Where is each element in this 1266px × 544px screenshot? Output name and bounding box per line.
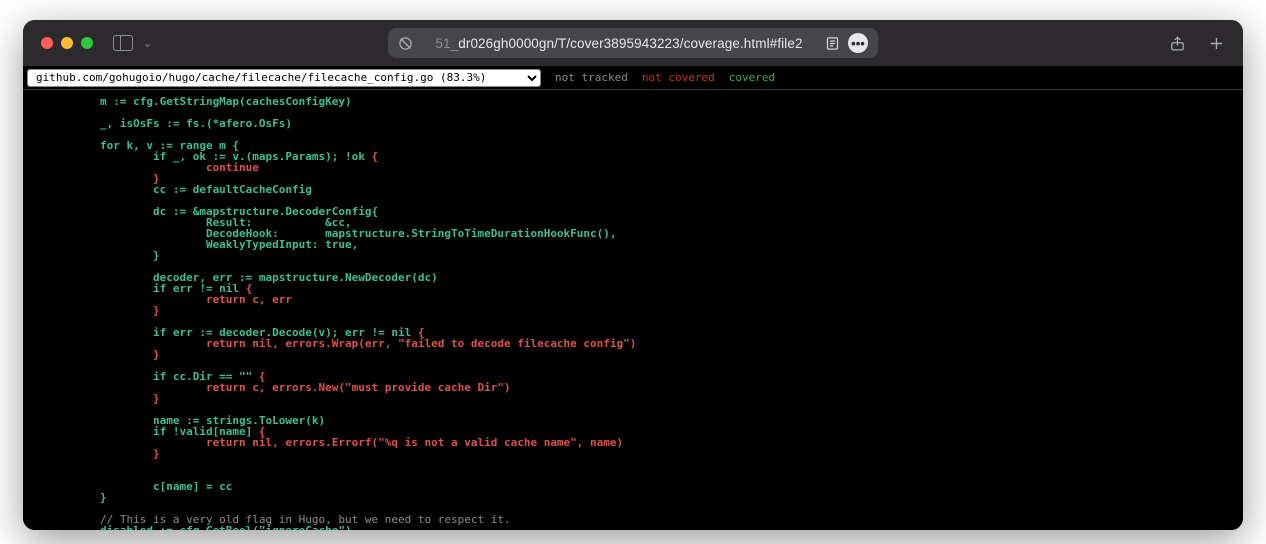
code-line: } bbox=[47, 304, 160, 317]
legend-not-tracked: not tracked bbox=[555, 71, 628, 84]
file-select[interactable]: github.com/gohugoio/hugo/cache/filecache… bbox=[27, 69, 541, 87]
code-line: _, isOsFs := fs.(*afero.OsFs) bbox=[47, 117, 292, 130]
window-controls bbox=[41, 37, 93, 49]
browser-window: ⌄ 51_dr026gh0000gn/T/cover3895943223/cov… bbox=[23, 20, 1243, 530]
code-line-tail: { bbox=[372, 150, 379, 163]
extensions-icon[interactable]: ••• bbox=[848, 33, 868, 53]
chevron-down-icon[interactable]: ⌄ bbox=[143, 37, 152, 50]
url-text: 51_dr026gh0000gn/T/cover3895943223/cover… bbox=[421, 36, 817, 51]
fullscreen-window-button[interactable] bbox=[81, 37, 93, 49]
legend: not tracked not covered covered bbox=[555, 71, 775, 84]
reader-mode-icon[interactable] bbox=[825, 36, 840, 51]
sidebar-toggle-icon[interactable] bbox=[113, 35, 133, 51]
code-line: } bbox=[47, 447, 160, 460]
address-bar[interactable]: 51_dr026gh0000gn/T/cover3895943223/cover… bbox=[388, 28, 878, 58]
code-scroll-area[interactable]: m := cfg.GetStringMap(cachesConfigKey) _… bbox=[23, 90, 1243, 530]
legend-not-covered: not covered bbox=[642, 71, 715, 84]
code-line: } bbox=[47, 491, 107, 504]
code-line: } bbox=[47, 392, 160, 405]
privacy-report-icon[interactable] bbox=[398, 36, 413, 51]
code-line: disabled := cfg.GetBool("ignoreCache") bbox=[47, 524, 352, 530]
code-line: m := cfg.GetStringMap(cachesConfigKey) bbox=[47, 95, 352, 108]
minimize-window-button[interactable] bbox=[61, 37, 73, 49]
titlebar: ⌄ 51_dr026gh0000gn/T/cover3895943223/cov… bbox=[23, 20, 1243, 66]
code-line: } bbox=[47, 249, 160, 262]
code-line: cc := defaultCacheConfig bbox=[47, 183, 312, 196]
toolbar-right bbox=[1169, 35, 1225, 52]
code-block: m := cfg.GetStringMap(cachesConfigKey) _… bbox=[23, 96, 1243, 530]
legend-covered: covered bbox=[729, 71, 775, 84]
code-line: } bbox=[47, 348, 160, 361]
new-tab-icon[interactable] bbox=[1208, 35, 1225, 52]
share-icon[interactable] bbox=[1169, 35, 1186, 52]
coverage-toolbar: github.com/gohugoio/hugo/cache/filecache… bbox=[23, 66, 1243, 90]
close-window-button[interactable] bbox=[41, 37, 53, 49]
